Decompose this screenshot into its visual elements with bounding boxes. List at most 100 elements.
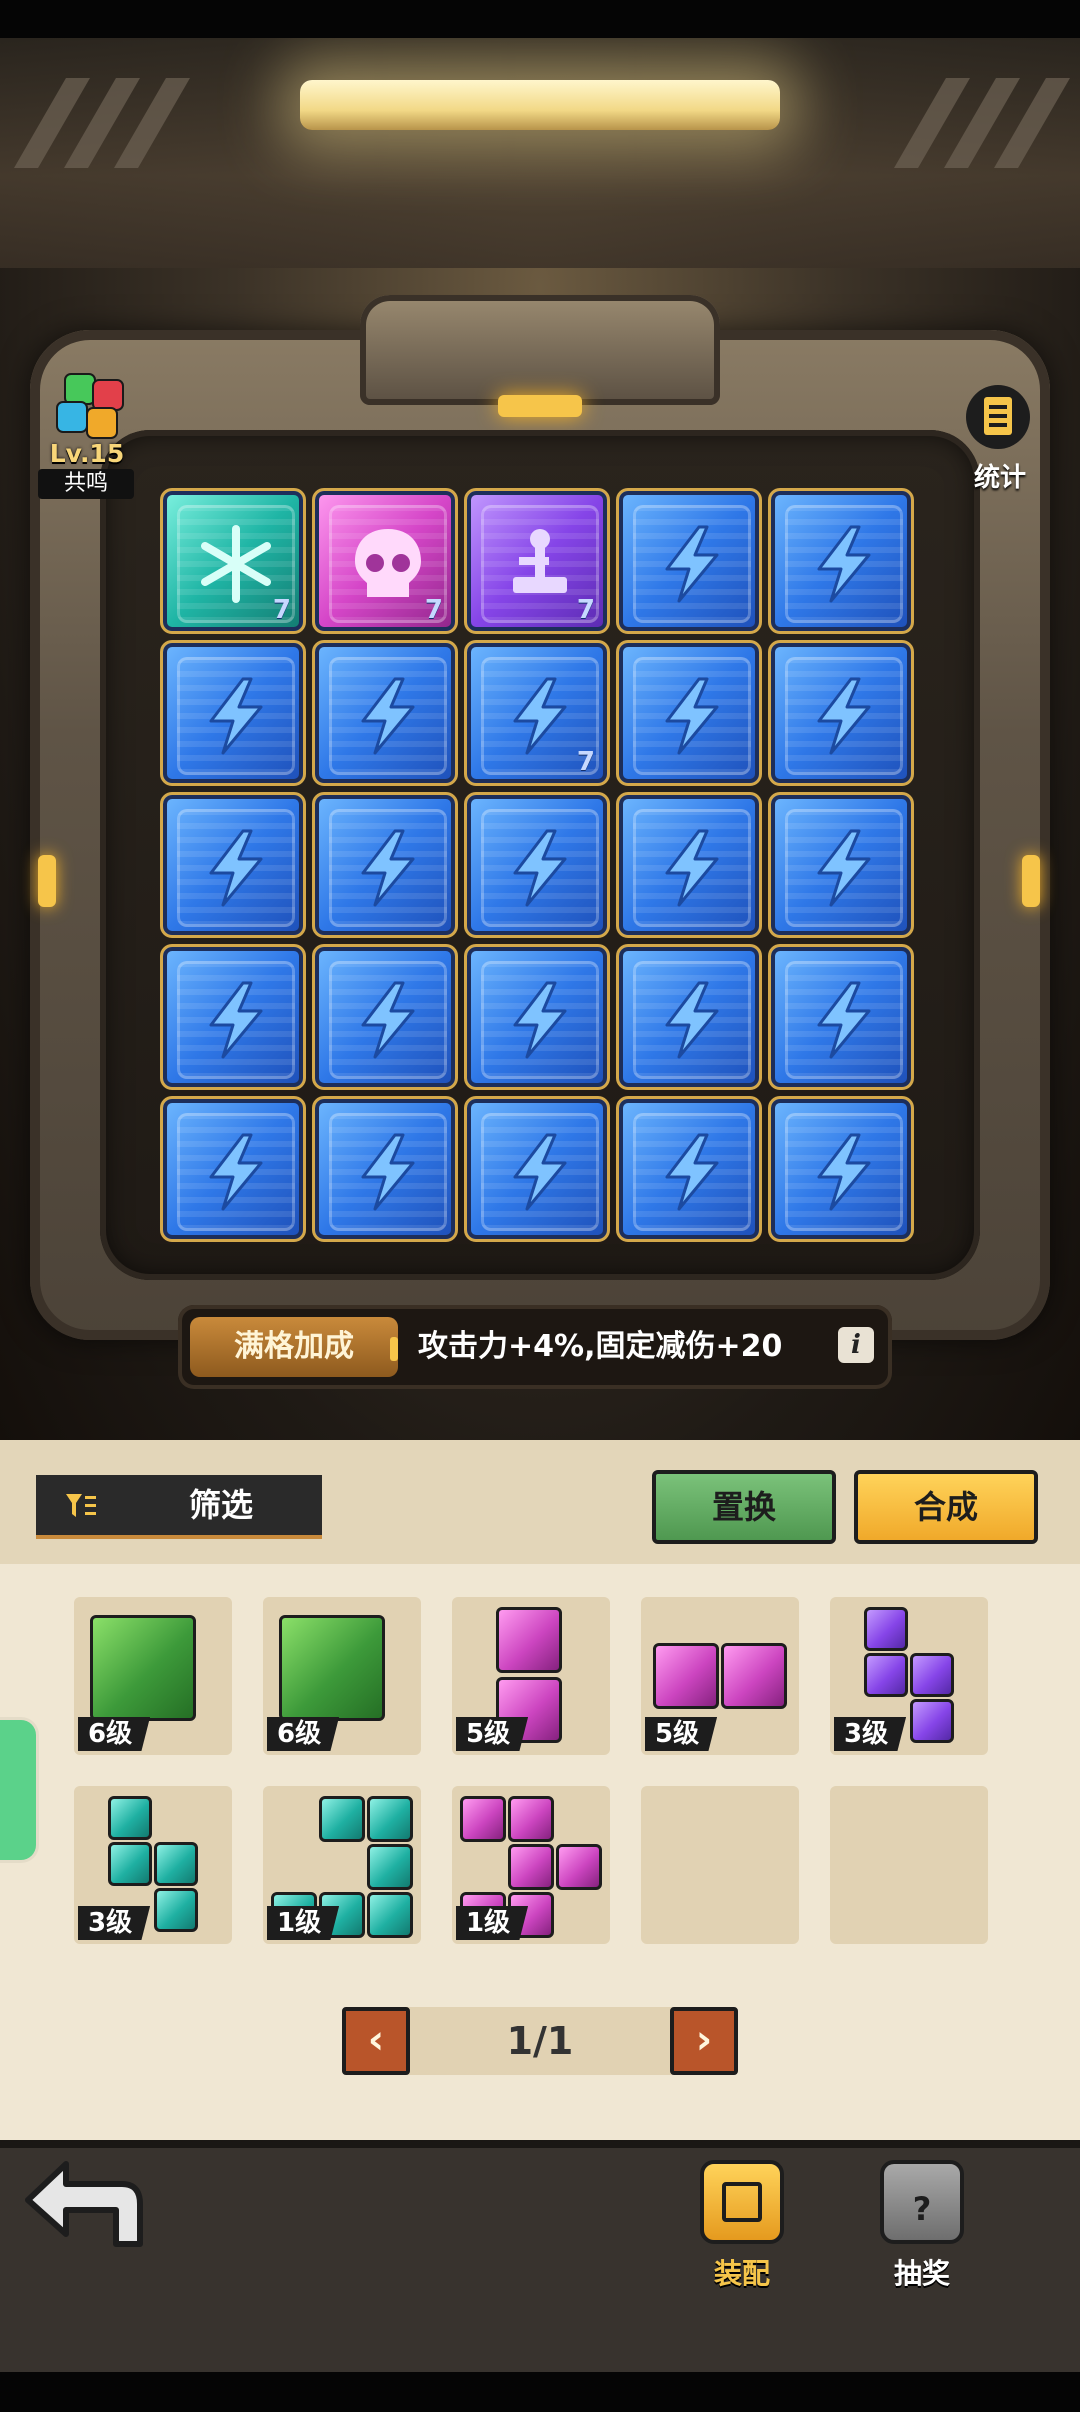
chip-slot[interactable]: 6级 (263, 1597, 421, 1755)
lightning-icon (771, 643, 917, 789)
chip-block-icon (154, 1842, 198, 1886)
lottery-nav-button[interactable]: ? 抽奖 (860, 2160, 980, 2300)
chip-block-icon (460, 1796, 506, 1842)
chip-block-icon (508, 1796, 554, 1842)
grid-tile[interactable] (160, 792, 306, 938)
lightning-icon (771, 947, 917, 1093)
panel-header: 筛选 置换 合成 (0, 1440, 1080, 1564)
chip-block-icon (721, 1643, 787, 1709)
empty-slot[interactable] (641, 1786, 799, 1944)
chip-slot[interactable]: 6级 (74, 1597, 232, 1755)
grid-tile[interactable] (768, 1096, 914, 1242)
frame-top-light (498, 395, 582, 417)
lightning-icon (619, 1099, 765, 1245)
lightning-icon (315, 947, 461, 1093)
grid-tile[interactable] (312, 1096, 458, 1242)
lightning-icon (619, 643, 765, 789)
grid-tile[interactable] (616, 488, 762, 634)
grid-tile[interactable] (312, 640, 458, 786)
back-arrow-icon[interactable] (18, 2150, 148, 2260)
grid-tile[interactable] (312, 944, 458, 1090)
grid-tile[interactable]: 7 (312, 488, 458, 634)
stats-button[interactable]: 统计 (958, 385, 1042, 495)
grid-tile[interactable] (464, 944, 610, 1090)
bonus-text: 攻击力+4%,固定减伤+20 (418, 1329, 783, 1364)
equip-nav-button[interactable]: 装配 (680, 2160, 800, 2300)
grid-tile[interactable] (616, 1096, 762, 1242)
empty-slot[interactable] (830, 1786, 988, 1944)
bonus-divider (390, 1337, 398, 1361)
prev-page-button[interactable]: ‹ (342, 2007, 410, 2075)
lightning-icon (619, 491, 765, 637)
ceiling-light (300, 80, 780, 130)
grid-tile[interactable]: 7 (160, 488, 306, 634)
resonance-button[interactable]: Lv.15 共鸣 (32, 365, 142, 500)
chip-level-badge: 6级 (267, 1717, 340, 1751)
grid-tile[interactable] (768, 792, 914, 938)
gem-icon (86, 407, 118, 439)
grid-tile[interactable] (160, 640, 306, 786)
grid-tile[interactable] (312, 792, 458, 938)
grid-tile[interactable] (768, 640, 914, 786)
side-drawer-tab[interactable] (0, 1717, 39, 1863)
lightning-icon (771, 795, 917, 941)
chip-level-badge: 1级 (267, 1906, 340, 1940)
grid-tile[interactable] (160, 944, 306, 1090)
filter-label: 筛选 (188, 1486, 253, 1524)
chip-block-icon (864, 1607, 908, 1651)
resonance-level: Lv.15 (49, 439, 125, 468)
chip-slot[interactable]: 1级 (452, 1786, 610, 1944)
chip-block-icon (154, 1888, 198, 1932)
grid-tile[interactable] (616, 792, 762, 938)
chip-slot[interactable]: 5级 (452, 1597, 610, 1755)
full-grid-bonus-bar: 满格加成 攻击力+4%,固定减伤+20 i (178, 1305, 892, 1389)
lightning-icon (163, 947, 309, 1093)
tile-level: 7 (576, 595, 595, 625)
equip-label: 装配 (713, 2257, 770, 2290)
page-indicator: 1/1 (506, 2019, 574, 2063)
grid-tile[interactable] (464, 1096, 610, 1242)
chip-block-icon (367, 1796, 413, 1842)
chip-slot[interactable]: 5级 (641, 1597, 799, 1755)
status-bar (0, 0, 1080, 38)
lightning-icon (467, 1099, 613, 1245)
chip-block-icon (864, 1653, 908, 1697)
chip-slot[interactable]: 3级 (74, 1786, 232, 1944)
replace-button[interactable]: 置换 (652, 1470, 836, 1544)
grid-tile[interactable] (616, 640, 762, 786)
lightning-icon (467, 795, 613, 941)
grid-tile[interactable] (464, 792, 610, 938)
grid-tile[interactable] (616, 944, 762, 1090)
next-page-button[interactable]: › (670, 2007, 738, 2075)
chip-level-badge: 3级 (78, 1906, 151, 1940)
chip-block-icon (508, 1844, 554, 1890)
filter-button[interactable]: 筛选 (36, 1475, 322, 1539)
mystery-chest-icon: ? (880, 2160, 964, 2244)
lightning-icon (315, 643, 461, 789)
grid-tile[interactable]: 7 (464, 640, 610, 786)
grid-tile[interactable] (160, 1096, 306, 1242)
chip-slot[interactable]: 3级 (830, 1597, 988, 1755)
lightning-icon (163, 795, 309, 941)
lightning-icon (619, 947, 765, 1093)
pagination: ‹ 1/1 › (342, 2007, 738, 2075)
chip-block-icon (90, 1615, 196, 1721)
chip-level-badge: 1级 (456, 1906, 529, 1940)
info-icon[interactable]: i (838, 1327, 874, 1363)
lightning-icon (467, 947, 613, 1093)
chip-block-icon (910, 1699, 954, 1743)
chip-slot[interactable]: 1级 (263, 1786, 421, 1944)
compose-button[interactable]: 合成 (854, 1470, 1038, 1544)
tile-level: 7 (576, 747, 595, 777)
frame-top-cap (360, 295, 720, 405)
stats-label: 统计 (973, 463, 1026, 493)
grid-tile[interactable]: 7 (464, 488, 610, 634)
stats-icon (966, 385, 1030, 449)
game-screen: Lv.15 共鸣 统计 7 7 7 7 满格加成 攻击力+4%,固定减伤+20 i 筛… (0, 0, 1080, 2412)
right-side-light (1022, 855, 1040, 907)
grid-tile[interactable] (768, 944, 914, 1090)
grid-tile[interactable] (768, 488, 914, 634)
inventory-grid: 6级 6级 5级 5级 3级 3级 1级 1级 (74, 1597, 994, 1947)
lightning-icon (315, 795, 461, 941)
chip-block-icon (496, 1607, 562, 1673)
